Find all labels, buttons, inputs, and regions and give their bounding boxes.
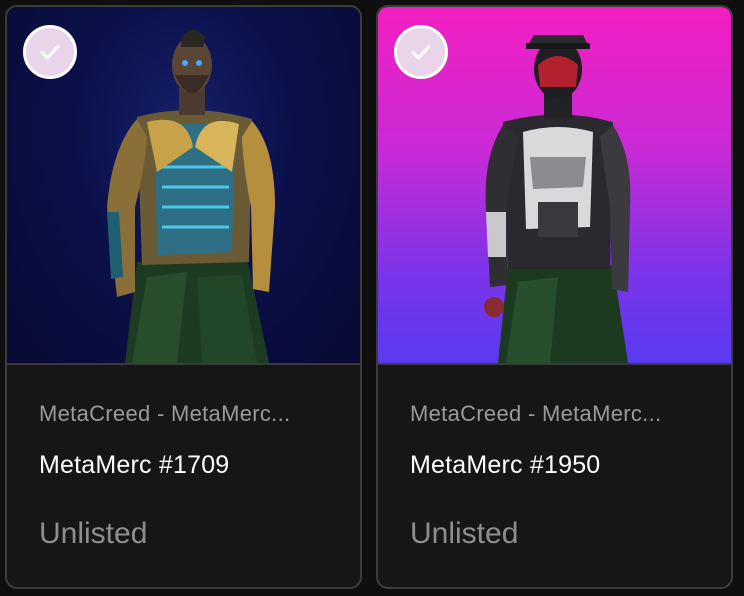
card-divider	[378, 363, 731, 365]
nft-title[interactable]: MetaMerc #1950	[410, 451, 600, 480]
listing-status: Unlisted	[410, 517, 519, 550]
nft-card[interactable]: MetaCreed - MetaMerc... MetaMerc #1709 U…	[5, 5, 362, 589]
collection-name[interactable]: MetaCreed - MetaMerc...	[39, 401, 290, 427]
listing-status: Unlisted	[39, 517, 148, 550]
checkmark-icon[interactable]	[23, 25, 77, 79]
card-divider	[7, 363, 360, 365]
collection-name[interactable]: MetaCreed - MetaMerc...	[410, 401, 661, 427]
nft-title[interactable]: MetaMerc #1709	[39, 451, 229, 480]
nft-card[interactable]: MetaCreed - MetaMerc... MetaMerc #1950 U…	[376, 5, 733, 589]
checkmark-icon[interactable]	[394, 25, 448, 79]
nft-card-grid: MetaCreed - MetaMerc... MetaMerc #1709 U…	[0, 0, 744, 596]
